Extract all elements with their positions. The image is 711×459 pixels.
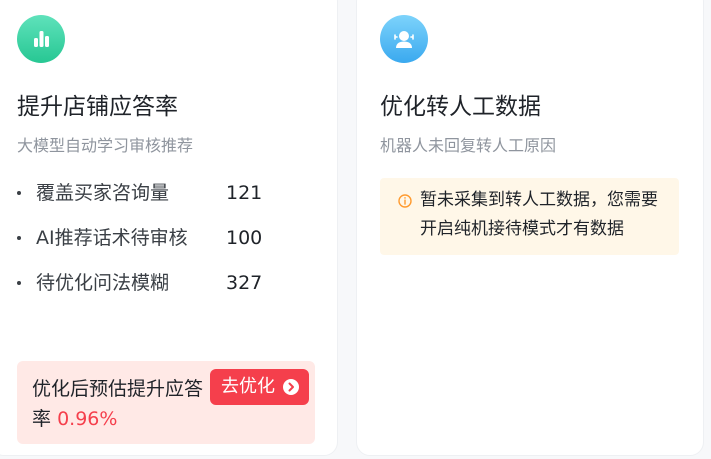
- notice-banner: 暂未采集到转人工数据，您需要开启纯机接待模式才有数据: [380, 178, 679, 255]
- info-circle-icon: [398, 194, 412, 208]
- metric-label: AI推荐话术待审核: [36, 227, 188, 249]
- agent-headset-icon: [380, 15, 428, 63]
- optimize-rate: 0.96%: [57, 408, 118, 430]
- metric-label: 覆盖买家咨询量: [36, 182, 170, 204]
- metric-item[interactable]: 待优化问法模糊 327: [17, 271, 277, 316]
- metric-list: 覆盖买家咨询量 121 AI推荐话术待审核 100 待优化问法模糊 327: [17, 181, 277, 316]
- optimize-button-label: 去优化: [221, 376, 275, 397]
- optimize-button[interactable]: 去优化: [210, 369, 309, 405]
- metric-value: 327: [226, 272, 263, 294]
- metric-value: 121: [226, 182, 263, 204]
- card-title: 优化转人工数据: [380, 94, 541, 120]
- optimize-text-block: 优化后预估提升应答率 0.96%: [32, 374, 208, 434]
- page: 提升店铺应答率 大模型自动学习审核推荐 覆盖买家咨询量 121 AI推荐话术待审…: [0, 0, 711, 459]
- metric-item[interactable]: AI推荐话术待审核 100: [17, 226, 277, 271]
- card-subtitle: 大模型自动学习审核推荐: [17, 136, 194, 155]
- metric-label: 待优化问法模糊: [36, 272, 170, 294]
- notice-text: 暂未采集到转人工数据，您需要开启纯机接待模式才有数据: [420, 190, 658, 239]
- chevron-right-circle-icon: [283, 379, 299, 395]
- metric-value: 100: [226, 227, 263, 249]
- bullet-icon: [17, 281, 21, 285]
- bar-chart-icon: [17, 15, 65, 63]
- bullet-icon: [17, 236, 21, 240]
- transfer-data-card: 优化转人工数据 机器人未回复转人工原因 暂未采集到转人工数据，您需要开启纯机接待…: [356, 0, 704, 456]
- bullet-icon: [17, 191, 21, 195]
- metric-item[interactable]: 覆盖买家咨询量 121: [17, 181, 277, 226]
- answer-rate-card: 提升店铺应答率 大模型自动学习审核推荐 覆盖买家咨询量 121 AI推荐话术待审…: [0, 0, 338, 456]
- card-subtitle: 机器人未回复转人工原因: [380, 136, 557, 155]
- card-title: 提升店铺应答率: [17, 94, 178, 120]
- optimize-banner: 优化后预估提升应答率 0.96% 去优化: [17, 361, 315, 444]
